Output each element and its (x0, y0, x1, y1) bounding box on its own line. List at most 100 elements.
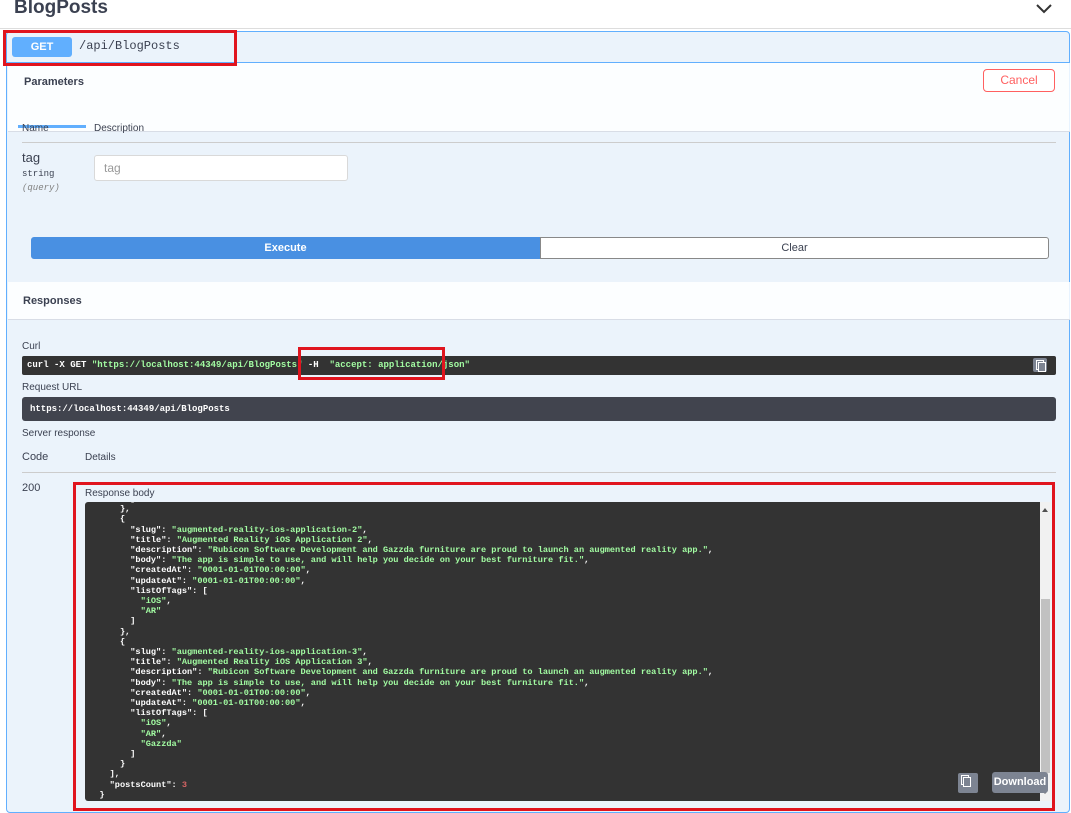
download-button[interactable]: Download (992, 772, 1048, 793)
param-name: tag (22, 150, 41, 165)
json-token: : (187, 565, 198, 576)
json-token: : [ (192, 708, 208, 719)
json-token: , (305, 687, 311, 698)
json-token: "slug" (130, 647, 162, 658)
json-token: , (584, 555, 590, 566)
json-token: : [ (192, 585, 208, 596)
clear-button[interactable]: Clear (540, 237, 1049, 259)
curl-header: "accept: application/json" (329, 360, 470, 370)
json-token: "iOS" (140, 596, 167, 607)
tag-input[interactable] (94, 155, 348, 181)
curl-command[interactable]: curl -X GET "https://localhost:44349/api… (22, 356, 1056, 375)
curl-cmd: curl -X GET (27, 360, 92, 370)
response-body-text: ] }, { "slug": "augmented-reality-ios-ap… (89, 502, 713, 800)
cancel-button[interactable]: Cancel (983, 69, 1055, 92)
scroll-up-icon[interactable] (1042, 508, 1048, 512)
divider (22, 142, 1056, 143)
json-token: , (367, 657, 373, 668)
method-badge: GET (12, 37, 72, 57)
json-token: "0001-01-01T00:00:00" (192, 698, 301, 709)
json-token: "createdAt" (130, 565, 187, 576)
json-token: : (181, 698, 193, 709)
json-token: : (171, 779, 182, 790)
execute-button[interactable]: Execute (31, 237, 540, 259)
scroll-thumb[interactable] (1041, 599, 1050, 773)
json-token: : (161, 677, 172, 688)
json-token: "postsCount" (109, 779, 172, 790)
json-token: : (187, 687, 198, 698)
json-token: , (300, 698, 306, 709)
response-code: 200 (22, 482, 41, 494)
parameters-header: Parameters (8, 63, 1070, 132)
json-token: ], (89, 769, 120, 780)
response-body[interactable]: ] }, { "slug": "augmented-reality-ios-ap… (85, 502, 1051, 801)
json-token: "body" (130, 677, 162, 688)
json-token: "0001-01-01T00:00:00" (192, 575, 301, 586)
execute-clear-group: Execute Clear (31, 237, 1049, 259)
json-token: { (89, 514, 126, 525)
json-token: "augmented-reality-ios-application-3" (171, 647, 363, 658)
json-token: , (584, 677, 590, 688)
json-token: : (161, 647, 172, 658)
json-token: "title" (130, 657, 167, 668)
json-token: : (197, 545, 208, 556)
json-token: "title" (130, 534, 167, 545)
curl-flag: -H (302, 360, 330, 370)
json-token: "description" (130, 545, 198, 556)
json-token: "listOfTags" (130, 585, 193, 596)
json-token: , (362, 524, 368, 535)
response-scrollbar[interactable] (1040, 502, 1051, 801)
json-token: "The app is simple to use, and will help… (171, 677, 585, 688)
json-token: "updateAt" (130, 698, 182, 709)
json-token: : (166, 657, 177, 668)
json-token: { (89, 636, 126, 647)
column-name: Name (22, 123, 49, 134)
json-token: , (161, 728, 167, 739)
json-token: , (305, 565, 311, 576)
json-token: "description" (130, 667, 198, 678)
json-token: "body" (130, 555, 162, 566)
json-token: } (89, 789, 105, 800)
divider (22, 472, 1056, 473)
json-token: "0001-01-01T00:00:00" (197, 565, 306, 576)
tab-parameters[interactable]: Parameters (24, 76, 84, 88)
json-token: "Rubicon Software Development and Gazzda… (207, 545, 708, 556)
json-token: : (166, 534, 177, 545)
json-token: "0001-01-01T00:00:00" (197, 687, 306, 698)
section-header[interactable]: BlogPosts (0, 0, 1071, 29)
json-token: , (707, 545, 714, 556)
json-token: "iOS" (140, 718, 167, 729)
copy-response-icon[interactable] (958, 773, 978, 793)
copy-icon[interactable] (1033, 358, 1047, 372)
server-response-label: Server response (22, 428, 96, 439)
operation-block: GET /api/BlogPosts Parameters Cancel Nam… (6, 31, 1070, 813)
chevron-down-icon[interactable] (1035, 2, 1053, 16)
json-token: : (161, 524, 172, 535)
operation-summary[interactable]: GET /api/BlogPosts (7, 32, 1069, 63)
json-token: : (161, 555, 172, 566)
json-token: , (707, 667, 714, 678)
request-url-label: Request URL (22, 382, 83, 393)
json-token: "The app is simple to use, and will help… (171, 555, 585, 566)
curl-url: "https://localhost:44349/api/BlogPosts" (91, 360, 303, 370)
json-token: }, (89, 504, 131, 515)
request-url: https://localhost:44349/api/BlogPosts (22, 397, 1056, 421)
json-token: "augmented-reality-ios-application-2" (171, 524, 363, 535)
json-token: "AR" (140, 728, 162, 739)
json-token: }, (89, 626, 131, 637)
responses-title: Responses (23, 295, 82, 307)
